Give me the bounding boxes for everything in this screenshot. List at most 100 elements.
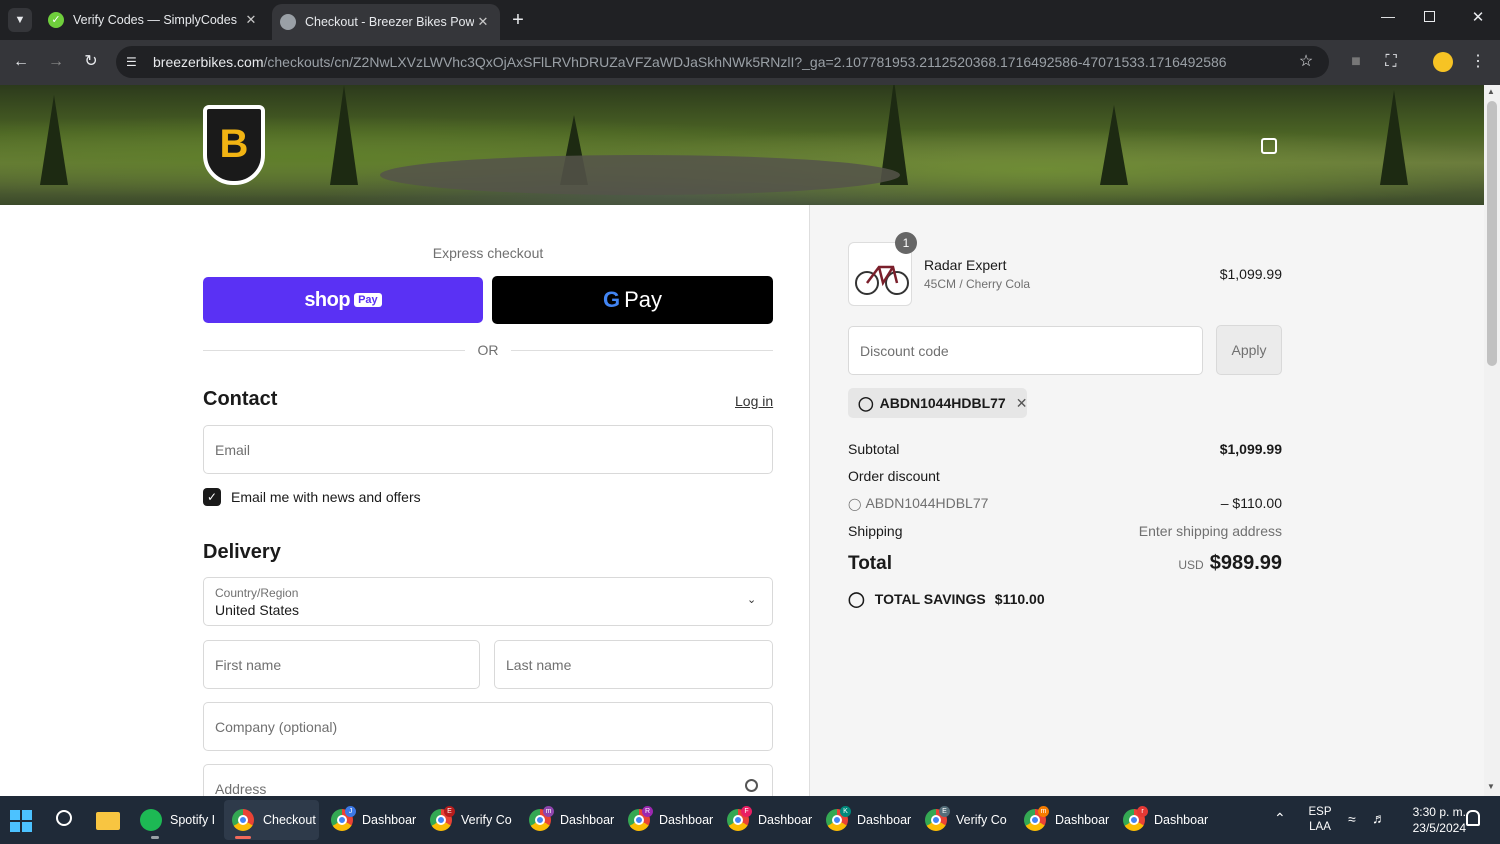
taskbar-app-label: Spotify I [170,813,216,827]
taskbar-app-chrome[interactable]: E Verify Co [430,800,522,840]
profile-avatar[interactable] [1433,52,1453,72]
remove-discount-icon[interactable]: ✕ [1016,395,1028,412]
spotify-icon [140,809,162,831]
clock-time: 3:30 p. m. [1412,805,1466,819]
taskbar-app-chrome[interactable]: m Dashboar [1024,800,1116,840]
taskbar-app-chrome[interactable]: R Dashboar [628,800,720,840]
chrome-icon: E [430,806,455,831]
tab-search-button[interactable]: ▼ [8,8,32,32]
discount-code-text: ABDN1044HDBL77 [865,495,989,511]
volume-icon[interactable]: ♬ [1372,810,1386,826]
restore-icon[interactable] [1424,11,1435,22]
discount-code-field[interactable]: Discount code [848,326,1203,375]
savings-label: TOTAL SAVINGS [874,591,986,607]
extensions-puzzle-icon[interactable]: ⛶ [1379,50,1403,74]
scrollbar-thumb[interactable] [1487,101,1497,366]
shipping-label: Shipping [848,523,903,539]
tree-shape [1380,90,1408,185]
order-discount-label: Order discount [848,468,940,484]
scroll-down-arrow[interactable]: ▼ [1487,782,1495,791]
check-circle-icon: ✓ [48,12,64,28]
shop-pay-badge: Pay [354,293,382,307]
or-divider-label: OR [477,342,499,358]
apply-button[interactable]: Apply [1216,325,1282,375]
search-icon [745,779,758,792]
country-select[interactable]: Country/Region United States ⌄ [203,577,773,626]
windows-start-icon[interactable] [10,810,32,832]
newsletter-checkbox[interactable]: ✓ [203,488,221,506]
site-info-icon[interactable]: ☰ [126,54,142,70]
profile-badge: r [1137,806,1148,817]
taskbar-app-chrome[interactable]: F Dashboar [727,800,819,840]
taskbar-app-label: Dashboar [659,813,714,827]
chrome-icon: E [925,806,950,831]
close-tab-icon[interactable]: ✕ [242,12,260,28]
applied-discount-tag: ◯ ABDN1044HDBL77 ✕ [848,388,1027,418]
clock-date: 23/5/2024 [1412,821,1466,835]
product-variant: 45CM / Cherry Cola [924,277,1031,291]
profile-badge: E [939,806,950,817]
taskbar-app-label: Checkout [263,813,316,827]
shop-pay-button[interactable]: shop Pay [203,277,483,323]
page-scrollbar[interactable]: ▲ ▼ [1484,85,1500,796]
last-name-field[interactable]: Last name [494,640,773,689]
contact-heading: Contact [203,388,278,410]
taskbar-app-label: Dashboar [362,813,417,827]
river-shape [380,155,900,195]
reload-icon[interactable]: ↻ [79,50,103,74]
tab-checkout[interactable]: Checkout - Breezer Bikes Powered ✕ [272,4,500,40]
subtotal-label: Subtotal [848,441,900,457]
back-icon[interactable]: ← [9,50,33,74]
taskbar-app-label: Verify Co [956,813,1007,827]
tree-shape [330,85,358,185]
extension-icon[interactable]: ■ [1344,50,1368,74]
profile-badge: K [840,806,851,817]
file-explorer-icon[interactable] [96,812,120,830]
address-bar[interactable]: ☰ breezerbikes.com/checkouts/cn/Z2NwLXVz… [116,46,1329,78]
company-field[interactable]: Company (optional) [203,702,773,751]
store-logo[interactable]: B [203,105,265,185]
total-amount: USD $989.99 [1082,552,1282,575]
savings-value: $110.00 [994,591,1045,607]
clock[interactable]: 3:30 p. m. 23/5/2024 [1396,804,1466,836]
shop-pay-wordmark: shop [304,288,351,311]
windows-taskbar: Spotify I Checkout J Dashboar E Verify C… [0,796,1500,844]
bag-icon[interactable] [1261,138,1277,154]
language-code: ESP [1308,806,1332,818]
first-name-field[interactable]: First name [203,640,480,689]
close-tab-icon[interactable]: ✕ [474,14,492,30]
forward-icon[interactable]: → [44,50,68,74]
taskbar-app-chrome[interactable]: E Verify Co [925,800,1017,840]
logo-letter: B [219,122,249,166]
scroll-up-arrow[interactable]: ▲ [1487,87,1495,96]
chrome-icon: J [331,806,356,831]
bookmark-star-icon[interactable]: ☆ [1294,50,1318,74]
menu-kebab-icon[interactable]: ⋮ [1466,50,1490,74]
wifi-icon[interactable]: ≈ [1348,811,1356,827]
country-value: United States [215,602,300,618]
google-pay-button[interactable]: G Pay [492,276,773,324]
google-g-icon: G [602,287,621,312]
chevron-up-icon[interactable]: ⌃ [1274,810,1286,827]
email-field[interactable]: Email [203,425,773,474]
taskbar-app-spotify[interactable]: Spotify I [140,800,218,840]
search-icon[interactable] [56,810,72,826]
currency-label: USD [1178,558,1204,572]
taskbar-app-chrome[interactable]: m Dashboar [529,800,621,840]
taskbar-app-checkout[interactable]: Checkout [224,800,319,840]
taskbar-app-chrome[interactable]: r Dashboar [1123,800,1215,840]
tab-verify-codes[interactable]: ✓ Verify Codes — SimplyCodes ✕ [40,6,268,34]
login-link[interactable]: Log in [735,393,773,409]
profile-badge: m [543,806,554,817]
chevron-down-icon: ⌄ [747,594,757,606]
taskbar-app-chrome[interactable]: J Dashboar [331,800,423,840]
notification-bell-icon[interactable] [1466,810,1480,826]
new-tab-icon[interactable]: + [506,8,530,32]
minimize-icon[interactable]: — [1378,8,1398,24]
tab-title: Verify Codes — SimplyCodes [73,13,237,27]
discount-code-line: ◯ ABDN1044HDBL77 [848,495,988,511]
taskbar-app-chrome[interactable]: K Dashboar [826,800,918,840]
language-indicator[interactable]: ESP LAA [1306,805,1334,835]
order-summary-column: 1 Radar Expert 45CM / Cherry Cola $1,099… [809,205,1484,796]
close-window-icon[interactable]: ✕ [1468,8,1488,26]
